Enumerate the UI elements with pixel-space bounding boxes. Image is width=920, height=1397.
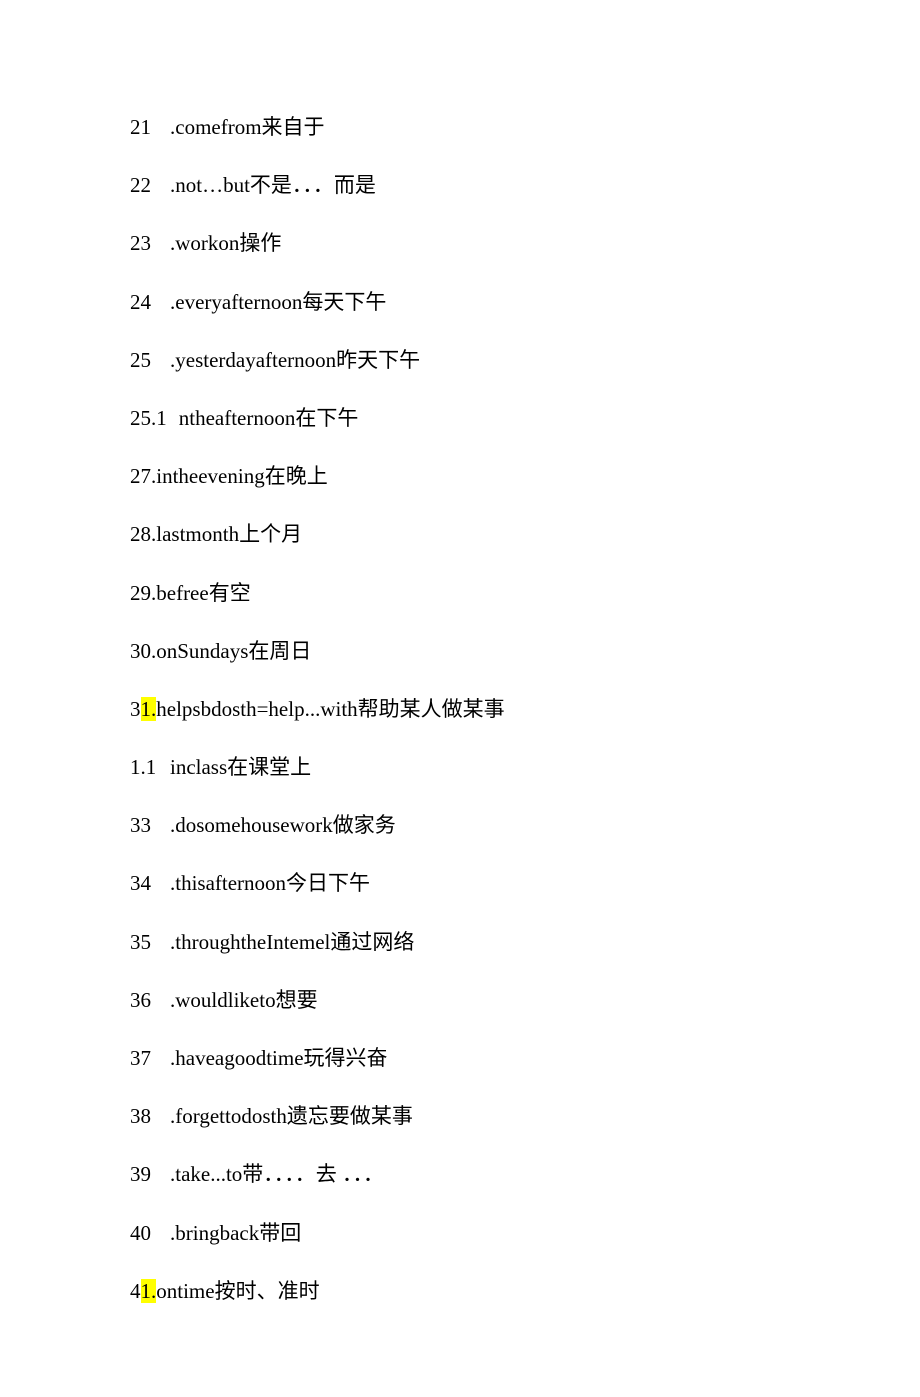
line-number: 23 [130,231,158,256]
text-line: 27.intheevening在晚上 [130,464,790,489]
text-line: 33 .dosomehousework做家务 [130,813,790,838]
line-number: 25.1 [130,406,167,431]
text-line: 36 .wouldliketo想要 [130,988,790,1013]
line-number: 25 [130,348,158,373]
text-line: 35 .throughtheIntemel通过网络 [130,930,790,955]
text-line: 31.helpsbdosth=help...with帮助某人做某事 [130,697,790,722]
text-line: 29.befree有空 [130,581,790,606]
text-line: 41.ontime按时、准时 [130,1279,790,1304]
line-text-pre: 27.intheevening在晚上 [130,464,328,488]
line-number: 21 [130,115,158,140]
text-line: 25.1 ntheafternoon在下午 [130,406,790,431]
text-line: 23 .workon操作 [130,231,790,256]
line-text: .workon操作 [170,231,281,255]
text-line: 34 .thisafternoon今日下午 [130,871,790,896]
highlighted-text: 1. [141,697,157,721]
line-text: .not…but不是．．．而是 [170,173,376,197]
text-line: 40 .bringback带回 [130,1221,790,1246]
lines-container: 21 .comefrom来自于 22 .not…but不是．．．而是 23 .workon… [130,115,790,1304]
line-number: 39 [130,1162,158,1187]
line-text: ontime按时、准时 [156,1279,319,1303]
line-text-pre: 4 [130,1279,141,1303]
line-text: .wouldliketo想要 [170,988,318,1012]
line-number: 34 [130,871,158,896]
line-text: .take...to带．．．．去 ．．． [170,1162,384,1186]
line-text: .bringback带回 [170,1221,301,1245]
text-line: 21 .comefrom来自于 [130,115,790,140]
line-text: ntheafternoon在下午 [179,406,359,430]
line-text: .everyafternoon每天下午 [170,290,386,314]
line-number: 38 [130,1104,158,1129]
line-number: 37 [130,1046,158,1071]
line-number: 22 [130,173,158,198]
line-text: .thisafternoon今日下午 [170,871,370,895]
line-text: .yesterdayafternoon昨天下午 [170,348,420,372]
text-line: 24 .everyafternoon每天下午 [130,290,790,315]
line-text: .haveagoodtime玩得兴奋 [170,1046,388,1070]
line-number: 40 [130,1221,158,1246]
line-number: 35 [130,930,158,955]
text-line: 39 .take...to带．．．．去 ．．． [130,1162,790,1187]
line-text: .comefrom来自于 [170,115,325,139]
line-text-pre: 30.onSundays在周日 [130,639,311,663]
line-text-pre: 29.befree有空 [130,581,251,605]
text-line: 37 .haveagoodtime玩得兴奋 [130,1046,790,1071]
line-number: 33 [130,813,158,838]
document-page: 21 .comefrom来自于 22 .not…but不是．．．而是 23 .workon… [0,0,920,1397]
text-line: 38 .forgettodosth遗忘要做某事 [130,1104,790,1129]
highlighted-text: 1. [141,1279,157,1303]
text-line: 30.onSundays在周日 [130,639,790,664]
line-text: .dosomehousework做家务 [170,813,396,837]
text-line: 28.lastmonth上个月 [130,522,790,547]
line-number: 24 [130,290,158,315]
line-text: helpsbdosth=help...with帮助某人做某事 [156,697,504,721]
line-number: 36 [130,988,158,1013]
line-text-pre: 3 [130,697,141,721]
text-line: 1.1 inclass在课堂上 [130,755,790,780]
line-text: .throughtheIntemel通过网络 [170,930,414,954]
line-text: inclass在课堂上 [170,755,311,779]
line-text-pre: 28.lastmonth上个月 [130,522,302,546]
text-line: 25 .yesterdayafternoon昨天下午 [130,348,790,373]
line-number: 1.1 [130,755,158,780]
text-line: 22 .not…but不是．．．而是 [130,173,790,198]
line-text: .forgettodosth遗忘要做某事 [170,1104,413,1128]
